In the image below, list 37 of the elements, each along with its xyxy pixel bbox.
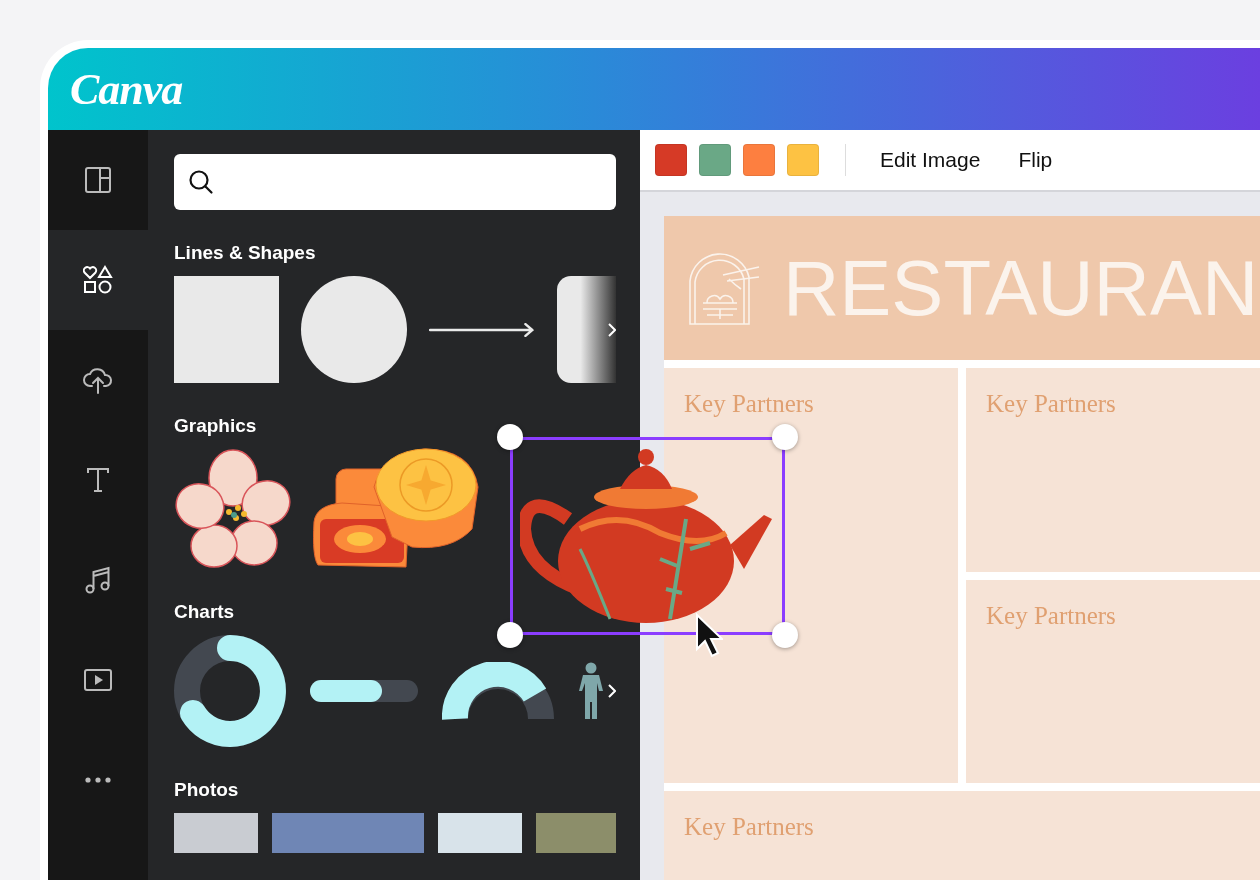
layout-icon	[85, 167, 111, 193]
rail-tab[interactable]	[48, 230, 148, 330]
section-heading: Charts	[174, 601, 236, 623]
section-heading: Lines & Shapes	[174, 242, 317, 264]
toolbar-button[interactable]: Edit Image	[872, 144, 989, 176]
block-heading: Key Partners	[986, 390, 1116, 417]
more-icon	[85, 777, 111, 783]
cloud-upload-icon	[83, 366, 113, 394]
color-swatch[interactable]	[655, 144, 687, 176]
toolbar-button[interactable]: Flip	[1010, 144, 1061, 176]
design-title: RESTAURAN	[783, 242, 1259, 334]
music-note-icon	[85, 566, 111, 594]
chevron-right-icon[interactable]	[608, 322, 616, 337]
donut-chart-thumbnail[interactable]	[174, 635, 286, 747]
chevron-right-icon[interactable]	[608, 684, 616, 698]
progress-bar-thumbnail[interactable]	[310, 680, 418, 702]
rounded-square-shape[interactable]	[556, 276, 616, 383]
color-swatch[interactable]	[743, 144, 775, 176]
text-icon	[86, 467, 110, 493]
arrow-line[interactable]	[428, 322, 535, 337]
block-heading: Key Partners	[986, 602, 1116, 629]
mouse-pointer-icon	[695, 613, 723, 659]
block-heading: Key Partners	[684, 390, 814, 417]
search-icon	[188, 169, 214, 195]
color-swatch[interactable]	[699, 144, 731, 176]
shapes-icon	[83, 265, 113, 295]
color-swatch[interactable]	[787, 144, 819, 176]
section-heading: Graphics	[174, 415, 258, 437]
section-heading: Photos	[174, 779, 240, 801]
gauge-chart-thumbnail[interactable]	[442, 662, 554, 720]
search-field[interactable]	[174, 154, 616, 210]
block-heading: Key Partners	[684, 813, 814, 840]
mooncake-drawing[interactable]	[312, 447, 480, 569]
video-icon	[84, 669, 112, 691]
dumpling-window-icon	[689, 251, 761, 325]
flower-drawing[interactable]	[174, 448, 292, 568]
person-figure-icon[interactable]	[578, 662, 604, 720]
